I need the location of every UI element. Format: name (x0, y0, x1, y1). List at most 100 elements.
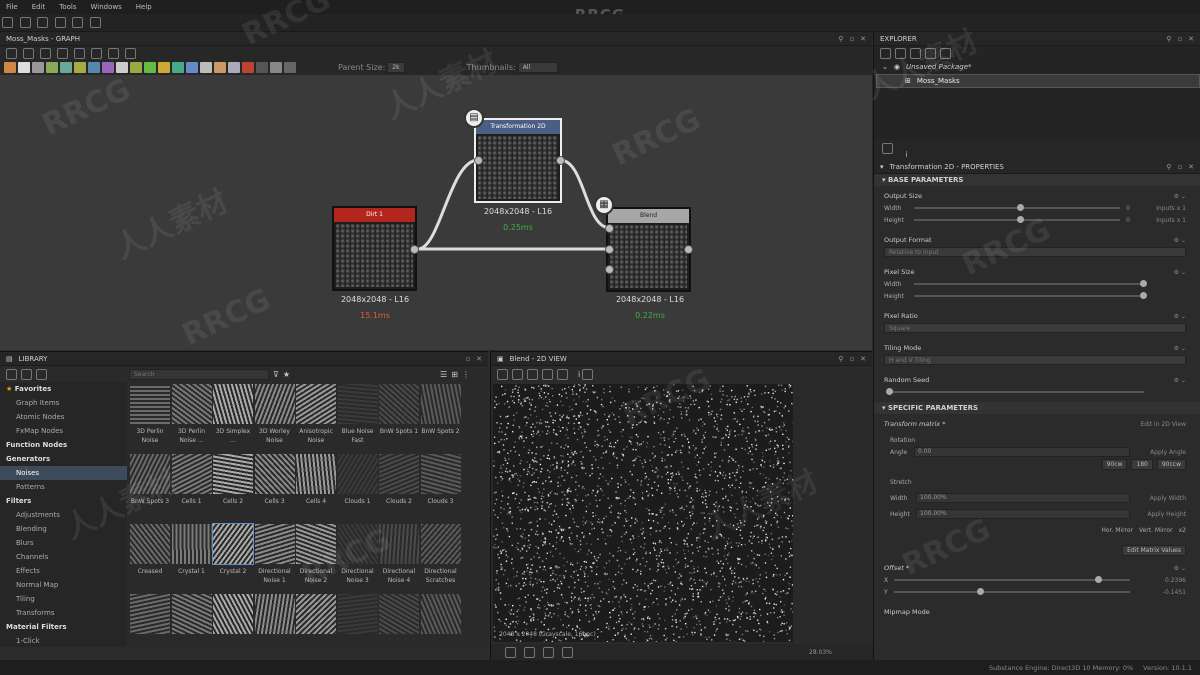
graph-icon[interactable] (925, 47, 936, 59)
library-item[interactable]: Directional Noise 1 (254, 524, 295, 596)
link-icon[interactable]: ⚙ ⌄ (1174, 345, 1186, 352)
tree-item-normal-map[interactable]: Normal Map (0, 578, 127, 592)
input-port-mask[interactable] (605, 265, 614, 274)
node-gradient-icon[interactable] (158, 62, 170, 73)
slider-knob[interactable] (886, 388, 893, 395)
library-item[interactable]: Directional Noise 4 (379, 524, 419, 596)
library-item[interactable]: Directional Scratches (420, 524, 461, 596)
node-uniform-icon[interactable] (18, 62, 30, 73)
node-emboss-icon[interactable] (130, 62, 142, 73)
library-item[interactable] (379, 594, 419, 666)
library-item[interactable]: 3D Perlin Noise (130, 384, 170, 456)
specific-parameters-section[interactable]: ▾ SPECIFIC PARAMETERS (874, 402, 1200, 414)
library-item[interactable]: BnW Spots 1 (379, 384, 419, 456)
pin-icon[interactable]: ⚲ (838, 355, 843, 363)
link-icon[interactable]: ⚙ ⌄ (1174, 313, 1186, 320)
random-seed-slider[interactable] (886, 388, 1144, 395)
node-blend[interactable]: Blend (606, 207, 691, 292)
pin-icon[interactable]: ⚲ (1166, 163, 1171, 171)
node-svg-icon[interactable] (32, 62, 44, 73)
close-icon[interactable]: ✕ (476, 355, 482, 363)
fit-icon[interactable] (497, 368, 508, 380)
library-item[interactable]: Cells 1 (171, 454, 212, 526)
substance-icon[interactable] (895, 47, 906, 59)
library-item[interactable]: Crystal 1 (171, 524, 212, 596)
output-height-slider[interactable] (914, 216, 1120, 223)
link-icon[interactable]: ⚙ ⌄ (1174, 269, 1186, 276)
link-icon[interactable]: ⚙ ⌄ (1174, 565, 1186, 572)
frame-icon[interactable] (6, 47, 17, 59)
input-port-foreground[interactable] (605, 224, 614, 233)
link-icon[interactable]: ⚙ ⌄ (1174, 377, 1186, 384)
pin-icon[interactable]: ⚲ (1166, 35, 1171, 43)
close-icon[interactable]: ✕ (1188, 35, 1194, 43)
rotate-90ccw-button[interactable]: 90ccw (1156, 458, 1186, 470)
info-icon[interactable]: i (578, 370, 580, 379)
tree-item-favorites[interactable]: ★ Favorites (0, 382, 127, 396)
node-levels-icon[interactable] (200, 62, 212, 73)
close-icon[interactable]: ✕ (860, 355, 866, 363)
thumbnails-select[interactable]: All (517, 62, 558, 73)
node-bitmap-icon[interactable] (4, 62, 16, 73)
save-all-icon[interactable] (54, 17, 66, 28)
save-icon[interactable] (512, 368, 523, 380)
library-item[interactable] (254, 594, 295, 666)
folder-icon[interactable] (910, 47, 921, 59)
offset-x-slider[interactable] (894, 576, 1130, 583)
input-port[interactable] (474, 156, 483, 165)
node-distance-icon[interactable] (116, 62, 128, 73)
maximize-icon[interactable]: ▫ (849, 355, 854, 363)
library-item[interactable]: BnW Spots 2 (420, 384, 461, 456)
library-search-input[interactable]: Search (129, 368, 269, 380)
input-port-background[interactable] (605, 245, 614, 254)
slider-knob[interactable] (1017, 204, 1024, 211)
close-icon[interactable]: ✕ (1188, 163, 1194, 171)
info-icon[interactable]: i (906, 150, 908, 159)
slider-knob[interactable] (1017, 216, 1024, 223)
library-item[interactable]: Crystal 2 (212, 523, 254, 596)
base-parameters-section[interactable]: ▾ BASE PARAMETERS (874, 174, 1200, 186)
node-channels-icon[interactable] (74, 62, 86, 73)
color-icon[interactable] (505, 646, 516, 658)
edit-matrix-values-button[interactable]: Edit Matrix Values (1122, 544, 1186, 556)
refresh-icon[interactable] (21, 368, 32, 380)
output-port[interactable] (556, 156, 565, 165)
output-port[interactable] (684, 245, 693, 254)
node-curve-icon[interactable] (88, 62, 100, 73)
output-width-value[interactable]: 0 (1126, 205, 1130, 212)
apply-height-button[interactable]: Apply Height (1147, 511, 1186, 518)
library-item[interactable]: Clouds 3 (420, 454, 461, 526)
list-view-icon[interactable]: ☰ (440, 370, 447, 379)
tree-item-generators[interactable]: Generators (0, 452, 127, 466)
align-icon[interactable] (91, 47, 102, 59)
library-item[interactable]: BnW Spots 3 (130, 454, 170, 526)
node-dirt-1[interactable]: Dirt 1 (332, 206, 417, 291)
tree-item-transforms[interactable]: Transforms (0, 606, 127, 620)
node-warp-icon[interactable] (284, 62, 296, 73)
pixel-width-slider[interactable] (914, 280, 1147, 287)
graph-canvas[interactable]: Dirt 1 2048x2048 - L16 15.1ms Transforma… (0, 75, 872, 350)
vert-mirror-button[interactable]: Vert. Mirror (1139, 527, 1173, 534)
tree-item-filters[interactable]: Filters (0, 494, 127, 508)
tree-item-1-click[interactable]: 1-Click (0, 634, 127, 648)
output-format-dropdown[interactable]: Relative to Input (884, 247, 1186, 257)
library-item[interactable] (420, 594, 461, 666)
node-grayscale-icon[interactable] (172, 62, 184, 73)
apply-width-button[interactable]: Apply Width (1150, 495, 1186, 502)
layers-icon[interactable] (562, 646, 573, 658)
offset-y-slider[interactable] (894, 588, 1130, 595)
brush-icon[interactable] (36, 368, 47, 380)
link-icon[interactable]: ⚙ ⌄ (1174, 237, 1186, 244)
tree-item-effects[interactable]: Effects (0, 564, 127, 578)
maximize-icon[interactable]: ▫ (1177, 163, 1182, 171)
2d-view-canvas[interactable]: 2048 x 2048 (Grayscale, 16bpc) (493, 384, 793, 642)
close-icon[interactable]: ✕ (860, 35, 866, 43)
node-pixel-processor-icon[interactable] (228, 62, 240, 73)
stretch-width-input[interactable]: 100.00% (916, 493, 1130, 503)
parent-size-select[interactable]: 2k (387, 62, 405, 73)
node-transform-icon[interactable] (270, 62, 282, 73)
node-directional-icon[interactable] (102, 62, 114, 73)
slider-knob[interactable] (1140, 292, 1147, 299)
maximize-icon[interactable]: ▫ (849, 35, 854, 43)
tree-item-graph-items[interactable]: Graph Items (0, 396, 127, 410)
